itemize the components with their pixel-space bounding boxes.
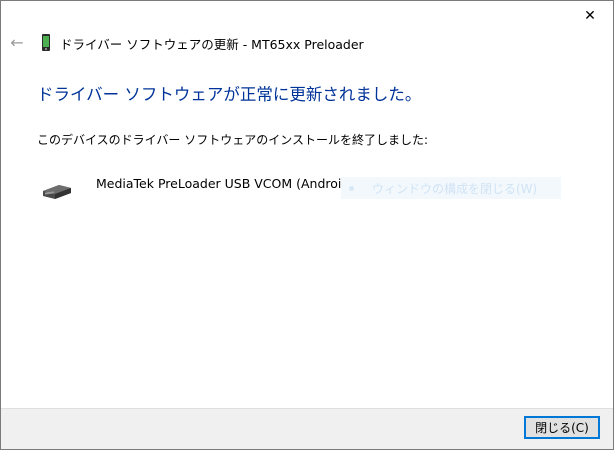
device-name: MediaTek PreLoader USB VCOM (Android) <box>96 176 355 191</box>
close-window-button[interactable]: ✕ <box>567 1 613 31</box>
close-button[interactable]: 閉じる(C) <box>524 416 600 439</box>
device-icon <box>42 34 50 51</box>
footer-bar: 閉じる(C) <box>1 408 613 449</box>
back-arrow-icon: ← <box>10 32 24 52</box>
driver-update-window: ✕ ← ドライバー ソフトウェアの更新 - MT65xx Preloader ド… <box>0 0 614 450</box>
close-icon: ✕ <box>584 8 596 24</box>
link-bullet-icon <box>349 185 354 191</box>
window-title: ドライバー ソフトウェアの更新 - MT65xx Preloader <box>60 37 364 52</box>
back-button[interactable]: ← <box>7 32 27 52</box>
usb-connector-icon <box>43 185 71 199</box>
success-heading: ドライバー ソフトウェアが正常に更新されました。 <box>37 85 422 104</box>
close-window-link-label: ウィンドウの構成を閉じる(W) <box>372 181 538 196</box>
completion-message: このデバイスのドライバー ソフトウェアのインストールを終了しました: <box>37 133 429 147</box>
close-window-link[interactable]: ウィンドウの構成を閉じる(W) <box>341 177 561 199</box>
